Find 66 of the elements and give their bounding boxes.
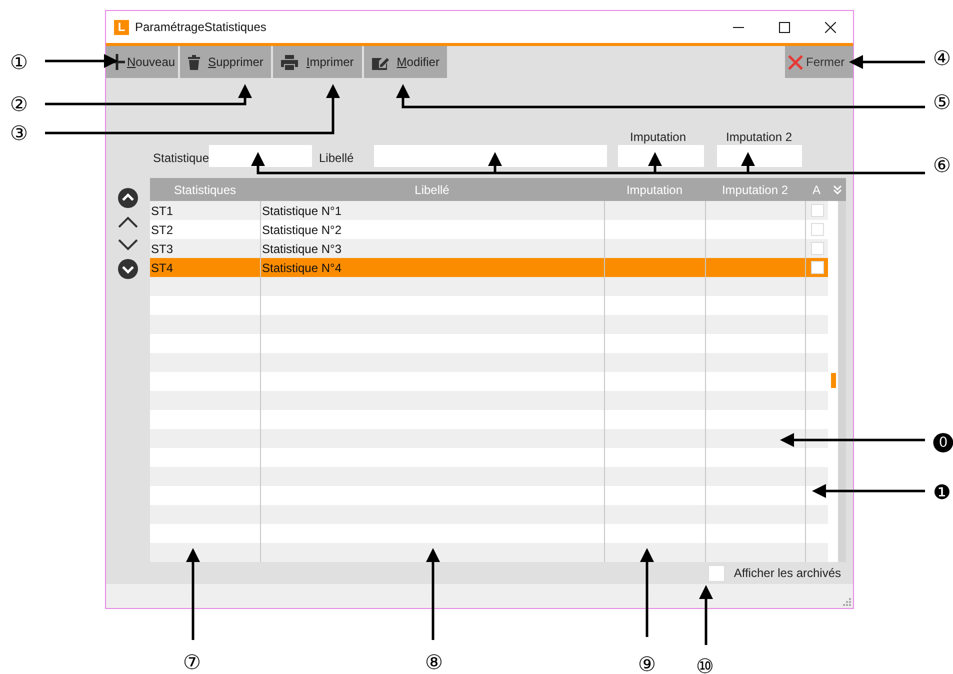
field-label: Imputation 2 xyxy=(726,129,792,146)
table-cell-text: Statistique N°3 xyxy=(262,240,342,258)
scrollbar[interactable] xyxy=(828,201,846,562)
field-label: Libellé xyxy=(319,150,354,167)
input-field[interactable] xyxy=(209,145,312,167)
column-header: Imputation 2 xyxy=(722,182,788,198)
callout-number: ⑦ xyxy=(183,650,201,674)
table-cell-text: ST2 xyxy=(151,222,174,238)
column-header: A xyxy=(812,182,820,198)
toolbar-button[interactable]: Imprimer xyxy=(273,46,362,78)
table-cell-text: Statistique N°2 xyxy=(262,222,342,238)
double-chevron-down-icon[interactable] xyxy=(832,184,842,194)
table-cell-text: Statistique N°4 xyxy=(262,260,342,276)
column-header: Statistiques xyxy=(174,182,236,198)
checkbox[interactable] xyxy=(810,261,824,274)
input-field[interactable] xyxy=(717,145,802,167)
table-row[interactable]: ST3 Statistique N°3 xyxy=(150,239,828,258)
close-window-button[interactable]: Fermer xyxy=(785,46,853,78)
trash-icon xyxy=(188,54,200,70)
table-cell-text: ST3 xyxy=(151,240,174,258)
table-cell-text: ST1 xyxy=(151,202,174,220)
table-cell-text: ST4 xyxy=(151,260,174,276)
first-row-button[interactable] xyxy=(118,188,138,208)
circle-up-icon xyxy=(118,188,138,208)
printer-icon xyxy=(281,54,298,70)
toolbar-button[interactable]: Nouveau xyxy=(106,46,178,78)
callout-number: ③ xyxy=(10,121,28,145)
toolbar-button[interactable]: Modifier xyxy=(364,46,448,78)
input-field[interactable] xyxy=(618,145,704,167)
callout-number: ⑧ xyxy=(425,650,443,674)
resize-grip-icon xyxy=(843,598,851,606)
checkbox[interactable] xyxy=(708,564,725,582)
callout-number: ⓿ xyxy=(933,428,953,452)
table-cell-text: Statistique N°1 xyxy=(262,202,342,220)
field-label: Statistique xyxy=(153,150,210,167)
last-row-button[interactable] xyxy=(118,259,138,279)
table-row[interactable]: ST1 Statistique N°1 xyxy=(150,201,828,220)
callout-number: ① xyxy=(10,50,28,74)
callout-number: ❶ xyxy=(933,480,951,504)
field-label: Imputation xyxy=(630,129,686,146)
toolbar-button[interactable]: Supprimer xyxy=(180,46,272,78)
column-header: Imputation xyxy=(626,182,683,198)
callout-number: ⑤ xyxy=(933,90,951,114)
close-icon xyxy=(824,22,836,32)
checkbox-label: Afficher les archivés xyxy=(734,565,841,582)
app-logo: L xyxy=(114,20,129,34)
scrollbar-thumb[interactable] xyxy=(831,373,836,388)
callout-number: ④ xyxy=(933,46,951,70)
checkbox[interactable] xyxy=(810,242,824,255)
callout-number: ⑨ xyxy=(638,652,656,674)
minimize-icon xyxy=(732,26,744,28)
chevron-down-icon xyxy=(118,239,138,251)
window-title: ParamétrageStatistiques xyxy=(135,19,266,36)
callout-number: ⑥ xyxy=(933,153,951,177)
checkbox[interactable] xyxy=(810,223,824,236)
callout-number: ⑩ xyxy=(696,654,714,674)
callout-number: ② xyxy=(10,92,28,116)
checkbox[interactable] xyxy=(810,204,824,217)
callout-arrow xyxy=(699,585,713,645)
close-icon xyxy=(788,54,803,70)
column-header: Libellé xyxy=(414,182,450,198)
chevron-up-icon xyxy=(118,216,138,228)
circle-down-icon xyxy=(118,259,138,279)
input-field[interactable] xyxy=(374,145,607,167)
maximize-icon xyxy=(778,22,790,32)
table-row[interactable]: ST4 Statistique N°4 xyxy=(150,258,828,277)
